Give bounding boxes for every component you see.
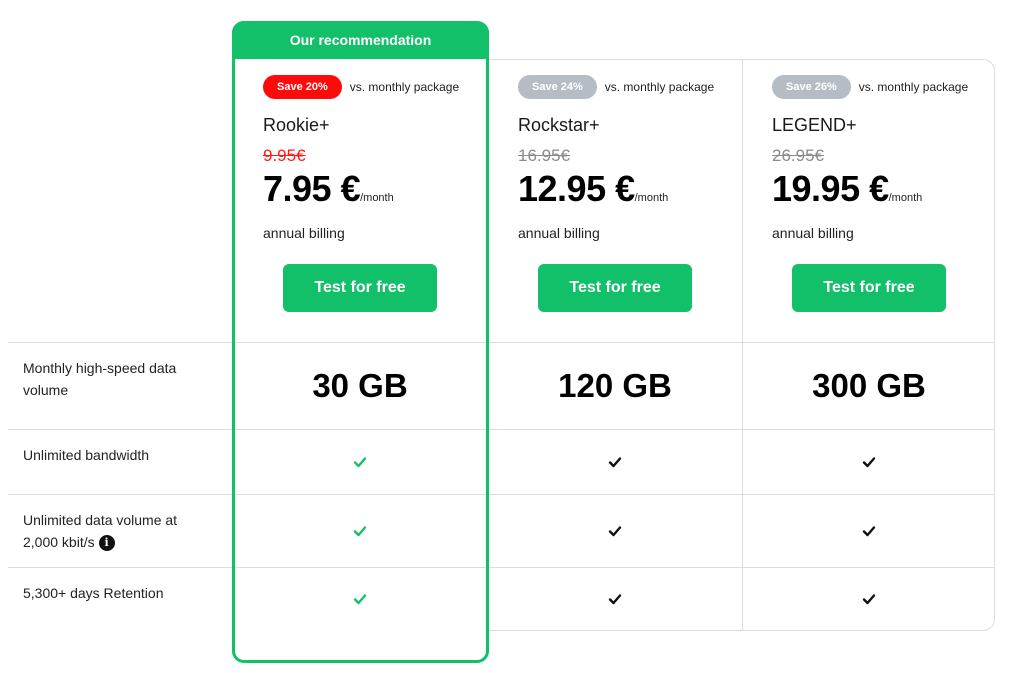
- feature-label: Unlimited bandwidth: [23, 447, 150, 463]
- vs-monthly-text: vs. monthly package: [349, 80, 460, 94]
- test-for-free-button-rockstar[interactable]: Test for free: [538, 264, 692, 312]
- save-row: Save 20% vs. monthly package: [263, 75, 459, 99]
- feature-label: Monthly high-speed data volume: [23, 360, 177, 398]
- feature-check-cell: [233, 495, 487, 567]
- check-icon: [862, 526, 876, 537]
- feature-label: 5,300+ days Retention: [23, 585, 164, 601]
- plan-name: Rookie+: [263, 115, 330, 135]
- check-icon: [353, 594, 367, 605]
- data-volume-cell: 300 GB: [742, 343, 996, 429]
- billing-note: annual billing: [263, 225, 345, 241]
- check-icon: [608, 457, 622, 468]
- save-badge: Save 20%: [263, 75, 342, 99]
- old-price: 26.95€: [772, 146, 824, 165]
- price-period: /month: [888, 192, 923, 204]
- price-amount: 7.95 €: [263, 168, 361, 209]
- feature-check-cell: [488, 430, 742, 494]
- save-badge: Save 24%: [518, 75, 597, 99]
- price-period: /month: [634, 192, 669, 204]
- check-icon: [608, 526, 622, 537]
- data-volume-value: 120 GB: [558, 367, 672, 404]
- price: 12.95 €/month: [518, 168, 668, 210]
- price-period: /month: [360, 192, 394, 204]
- save-row: Save 26% vs. monthly package: [772, 75, 968, 99]
- price: 7.95 €/month: [263, 168, 394, 210]
- feature-check-cell: [488, 495, 742, 567]
- feature-check-cell: [233, 568, 487, 630]
- feature-label: Unlimited data volume at 2,000 kbit/s i: [23, 509, 198, 553]
- feature-check-cell: [742, 495, 996, 567]
- feature-check-cell: [233, 430, 487, 494]
- feature-check-cell: [742, 430, 996, 494]
- feature-check-cell: [488, 568, 742, 630]
- save-row: Save 24% vs. monthly package: [518, 75, 714, 99]
- old-price: 16.95€: [518, 146, 570, 165]
- old-price: 9.95€: [263, 146, 306, 165]
- data-volume-cell: 30 GB: [233, 343, 487, 429]
- price: 19.95 €/month: [772, 168, 922, 210]
- vs-monthly-text: vs. monthly package: [858, 80, 969, 94]
- data-volume-cell: 120 GB: [488, 343, 742, 429]
- plan-column-rookie: Save 20% vs. monthly package Rookie+ 9.9…: [233, 60, 487, 342]
- billing-note: annual billing: [518, 225, 600, 241]
- check-icon: [862, 594, 876, 605]
- check-icon: [608, 594, 622, 605]
- test-for-free-button-rookie[interactable]: Test for free: [283, 264, 437, 312]
- test-for-free-button-legend[interactable]: Test for free: [792, 264, 946, 312]
- data-volume-value: 300 GB: [812, 367, 926, 404]
- check-icon: [862, 457, 876, 468]
- plan-column-rockstar: Save 24% vs. monthly package Rockstar+ 1…: [488, 60, 742, 342]
- price-amount: 12.95 €: [518, 168, 635, 209]
- plan-column-legend: Save 26% vs. monthly package LEGEND+ 26.…: [742, 60, 996, 342]
- check-icon: [353, 526, 367, 537]
- save-badge: Save 26%: [772, 75, 851, 99]
- data-volume-value: 30 GB: [312, 367, 408, 404]
- billing-note: annual billing: [772, 225, 854, 241]
- info-icon[interactable]: i: [98, 535, 115, 552]
- vs-monthly-text: vs. monthly package: [604, 80, 715, 94]
- check-icon: [353, 457, 367, 468]
- plan-name: LEGEND+: [772, 115, 857, 135]
- plan-name: Rockstar+: [518, 115, 600, 135]
- price-amount: 19.95 €: [772, 168, 889, 209]
- feature-check-cell: [742, 568, 996, 630]
